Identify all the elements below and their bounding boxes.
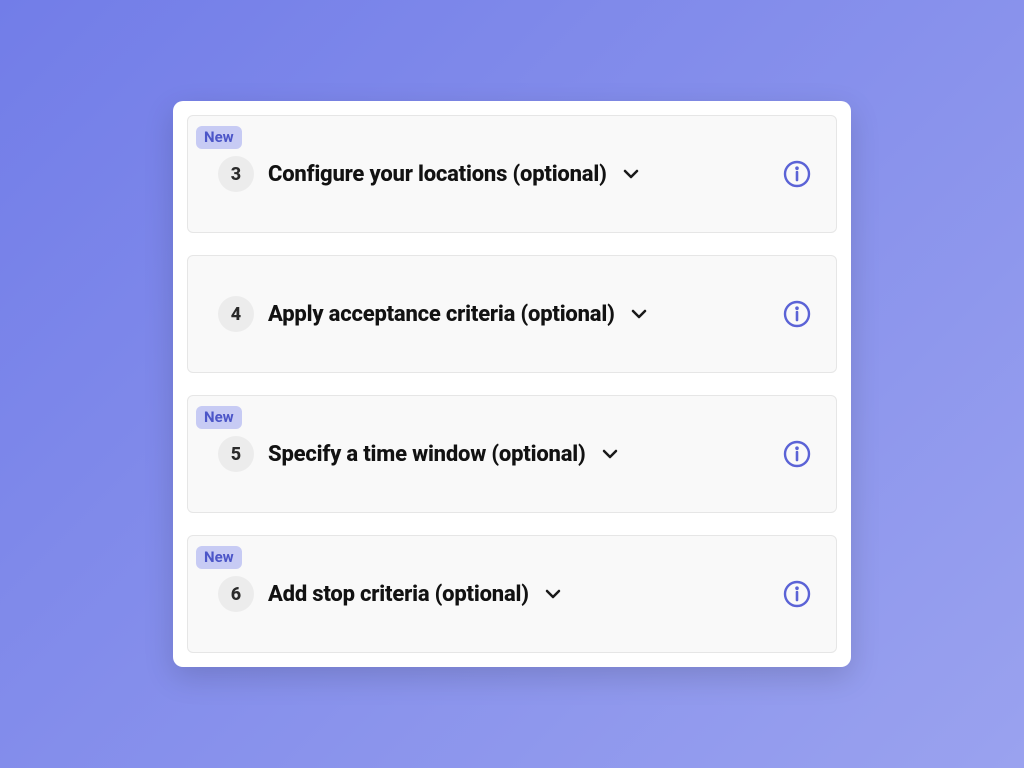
step-header[interactable]: 3 Configure your locations (optional): [196, 156, 818, 192]
step-card: New 3 Configure your locations (optional…: [187, 115, 837, 233]
info-icon[interactable]: [782, 159, 812, 189]
step-title: Add stop criteria (optional): [268, 582, 529, 607]
chevron-down-icon[interactable]: [600, 444, 620, 464]
step-number: 5: [218, 436, 254, 472]
badge-row: New: [196, 406, 818, 430]
chevron-down-icon[interactable]: [629, 304, 649, 324]
badge-row: New: [196, 126, 818, 150]
steps-panel: New 3 Configure your locations (optional…: [173, 101, 851, 667]
step-title: Apply acceptance criteria (optional): [268, 302, 615, 327]
step-number: 4: [218, 296, 254, 332]
step-header[interactable]: 5 Specify a time window (optional): [196, 436, 818, 472]
new-badge: New: [196, 406, 242, 429]
info-icon[interactable]: [782, 299, 812, 329]
step-card: New 5 Specify a time window (optional): [187, 395, 837, 513]
info-icon[interactable]: [782, 439, 812, 469]
badge-row: [196, 266, 818, 290]
step-header[interactable]: 6 Add stop criteria (optional): [196, 576, 818, 612]
info-icon[interactable]: [782, 579, 812, 609]
badge-row: New: [196, 546, 818, 570]
new-badge: New: [196, 546, 242, 569]
chevron-down-icon[interactable]: [621, 164, 641, 184]
step-title: Configure your locations (optional): [268, 162, 607, 187]
step-header[interactable]: 4 Apply acceptance criteria (optional): [196, 296, 818, 332]
step-number: 3: [218, 156, 254, 192]
step-title: Specify a time window (optional): [268, 442, 586, 467]
step-number: 6: [218, 576, 254, 612]
new-badge: New: [196, 126, 242, 149]
step-card: 4 Apply acceptance criteria (optional): [187, 255, 837, 373]
step-card: New 6 Add stop criteria (optional): [187, 535, 837, 653]
chevron-down-icon[interactable]: [543, 584, 563, 604]
